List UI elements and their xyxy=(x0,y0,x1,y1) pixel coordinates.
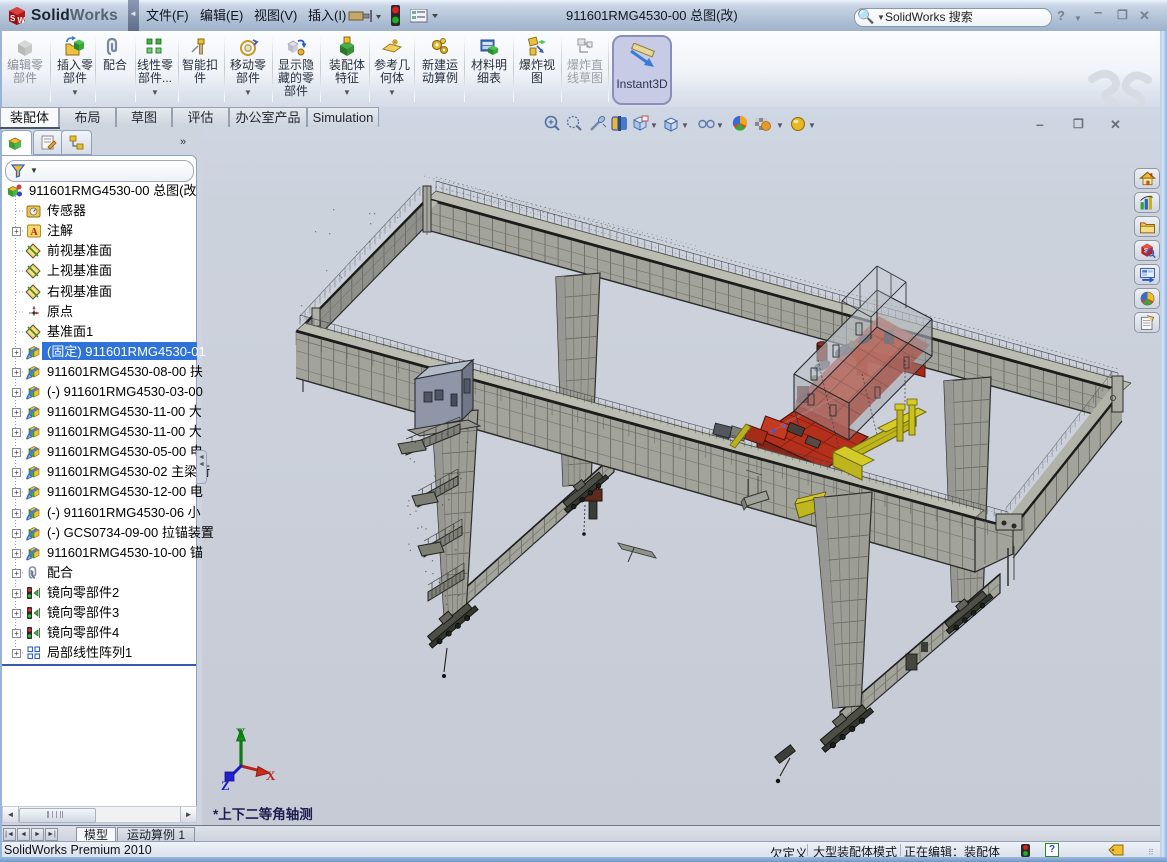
svg-text:W: W xyxy=(18,16,26,25)
svg-text:S: S xyxy=(10,14,16,23)
svg-text:A: A xyxy=(31,227,39,238)
